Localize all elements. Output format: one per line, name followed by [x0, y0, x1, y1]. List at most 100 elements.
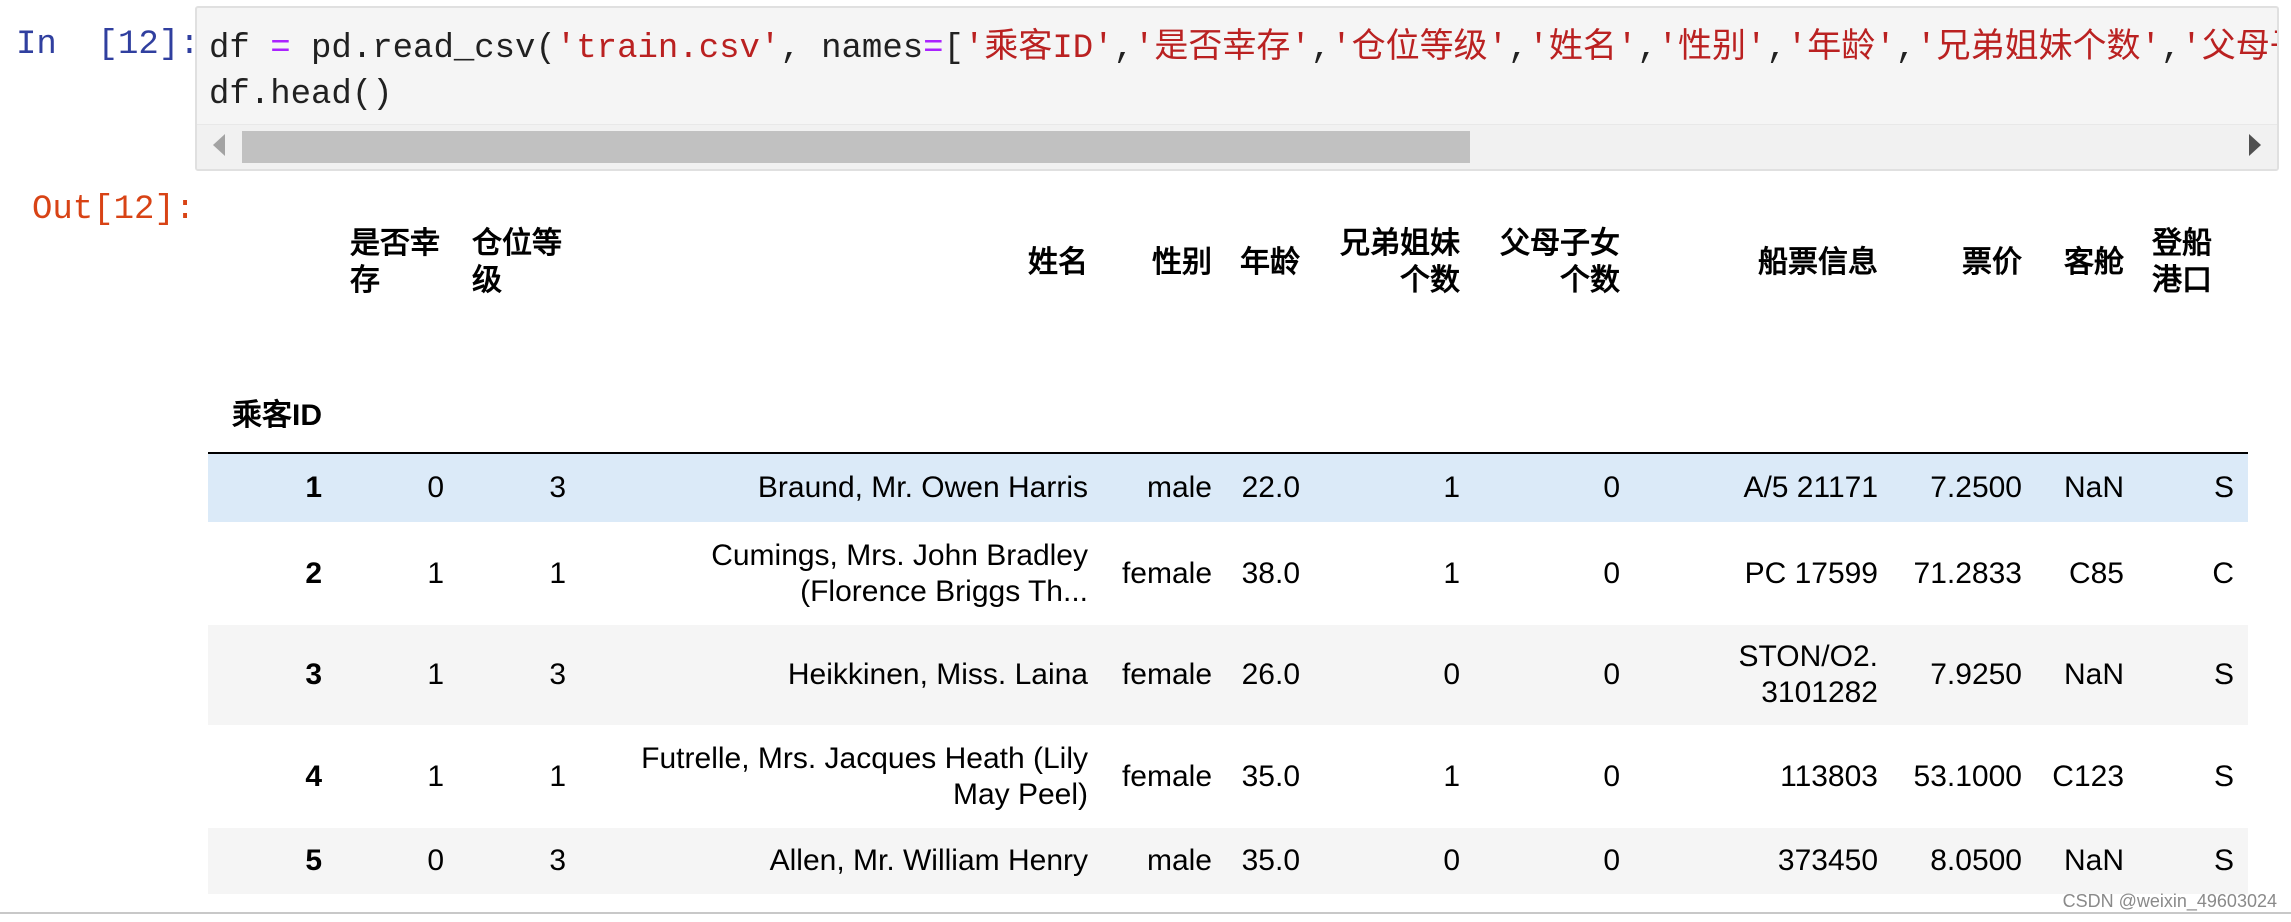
table-cell: 373450	[1777, 844, 1878, 877]
index-name-row: 乘客ID	[208, 319, 2248, 453]
code-line-2: df.head()	[209, 76, 393, 114]
table-cell: 3	[549, 844, 566, 877]
code-string: '是否幸存'	[1133, 30, 1311, 68]
table-cell: male	[1146, 844, 1212, 877]
header-blank-cell	[1634, 319, 1892, 453]
header-blank-cell	[1474, 319, 1634, 453]
table-row: 3 1 3 Heikkinen, Miss. Laina female 26.0…	[208, 625, 2248, 725]
horizontal-scrollbar[interactable]	[197, 124, 2277, 169]
column-header: 票价	[1962, 245, 2022, 279]
column-header: 船票信息	[1758, 245, 1878, 279]
column-header: 姓名	[1028, 245, 1088, 279]
header-blank-cell	[2138, 319, 2248, 453]
code-token: [	[943, 30, 964, 68]
header-blank-cell	[1892, 319, 2036, 453]
code-token: ,	[2160, 30, 2182, 68]
code-input-area[interactable]: df = pd.read_csv('train.csv', names=['乘客…	[195, 6, 2279, 171]
table-cell: 1	[1443, 556, 1460, 590]
table-cell: S	[2213, 844, 2234, 877]
scroll-right-icon[interactable]	[2249, 134, 2261, 156]
table-cell: 22.0	[1241, 471, 1300, 504]
code-token: pd.read_csv(	[290, 30, 556, 68]
table-cell: 1	[427, 759, 444, 793]
column-header: 性别	[1152, 245, 1212, 279]
table-cell: C	[2212, 556, 2234, 590]
table-row: 4 1 1 Futrelle, Mrs. Jacques Heath (Lily…	[208, 725, 2248, 828]
table-cell: PC 17599	[1744, 556, 1878, 590]
header-blank-cell	[208, 205, 336, 319]
code-operator: =	[923, 30, 944, 68]
code-string: '姓名'	[1528, 30, 1638, 68]
header-blank-cell	[1314, 319, 1474, 453]
scroll-left-icon[interactable]	[213, 134, 225, 156]
input-prompt: In [12]:	[16, 26, 200, 64]
table-cell: STON/O2. 3101282	[1738, 640, 1878, 709]
code-string: '性别'	[1657, 30, 1767, 68]
table-cell: 0	[427, 844, 444, 877]
table-cell: 0	[1603, 658, 1620, 691]
code-string: '兄弟姐妹个数'	[1916, 30, 2161, 68]
dataframe-table: 是否幸存 仓位等级 姓名 性别 年龄 兄弟姐妹个数 父母子女个数 船票信息 票价…	[208, 205, 2248, 894]
table-cell: male	[1146, 471, 1212, 504]
column-header: 父母子女个数	[1500, 227, 1620, 297]
table-cell: 3	[549, 471, 566, 504]
header-blank-cell	[336, 319, 458, 453]
page-divider	[0, 912, 2291, 914]
code-text[interactable]: df = pd.read_csv('train.csv', names=['乘客…	[209, 26, 2277, 118]
code-token: , names	[780, 30, 924, 68]
table-cell: 0	[427, 471, 444, 504]
row-index: 3	[305, 658, 322, 691]
index-name-header: 乘客ID	[232, 399, 322, 432]
table-cell: female	[1121, 658, 1212, 691]
table-cell: C123	[2052, 759, 2124, 793]
table-cell: 113803	[1780, 759, 1878, 793]
table-cell: 8.0500	[1930, 844, 2022, 877]
table-cell: 1	[549, 759, 566, 793]
code-token: df	[209, 30, 271, 68]
code-string: '乘客ID'	[963, 30, 1114, 68]
code-token: ,	[1508, 30, 1529, 68]
table-cell: 0	[1443, 844, 1460, 877]
table-cell: 1	[427, 556, 444, 590]
code-token: ,	[1895, 30, 1917, 68]
table-cell: 3	[549, 658, 566, 691]
watermark: CSDN @weixin_49603024	[2062, 891, 2277, 911]
table-cell: 53.1000	[1913, 759, 2022, 793]
code-string: '父母子女个	[2181, 30, 2277, 68]
code-operator: =	[270, 30, 291, 68]
table-cell: NaN	[2063, 658, 2124, 691]
table-cell: 71.2833	[1913, 556, 2022, 590]
table-cell: 1	[427, 658, 444, 691]
table-cell: Futrelle, Mrs. Jacques Heath (Lily May P…	[641, 741, 1088, 811]
table-cell: S	[2213, 658, 2234, 691]
column-header: 客舱	[2064, 245, 2124, 279]
table-cell: 0	[1603, 556, 1620, 590]
code-token: ,	[1637, 30, 1658, 68]
table-cell: Cumings, Mrs. John Bradley (Florence Bri…	[711, 538, 1088, 608]
code-string: '仓位等级'	[1331, 30, 1509, 68]
table-cell: 1	[549, 556, 566, 590]
table-cell: NaN	[2063, 471, 2124, 504]
column-header: 是否幸存	[350, 227, 440, 297]
code-line-1: df = pd.read_csv('train.csv', names=['乘客…	[209, 30, 2277, 68]
row-index: 1	[305, 471, 322, 504]
table-cell: Braund, Mr. Owen Harris	[757, 471, 1088, 504]
table-cell: 1	[1443, 471, 1460, 504]
scrollbar-thumb[interactable]	[242, 131, 1470, 163]
row-index: 5	[305, 844, 322, 877]
table-row: 1 0 3 Braund, Mr. Owen Harris male 22.0 …	[208, 453, 2248, 522]
table-cell: 35.0	[1241, 844, 1300, 877]
table-cell: 0	[1603, 844, 1620, 877]
table-cell: female	[1121, 556, 1212, 590]
table-cell: 0	[1603, 759, 1620, 793]
dataframe-output: 是否幸存 仓位等级 姓名 性别 年龄 兄弟姐妹个数 父母子女个数 船票信息 票价…	[208, 205, 2248, 894]
table-cell: NaN	[2063, 844, 2124, 877]
header-blank-cell	[1102, 319, 1226, 453]
table-cell: S	[2213, 471, 2234, 504]
row-index: 2	[305, 556, 322, 590]
header-blank-cell	[580, 319, 1102, 453]
output-prompt: Out[12]:	[32, 191, 196, 229]
table-cell: 38.0	[1241, 556, 1300, 590]
table-row: 2 1 1 Cumings, Mrs. John Bradley (Floren…	[208, 522, 2248, 625]
table-cell: 7.9250	[1930, 658, 2022, 691]
